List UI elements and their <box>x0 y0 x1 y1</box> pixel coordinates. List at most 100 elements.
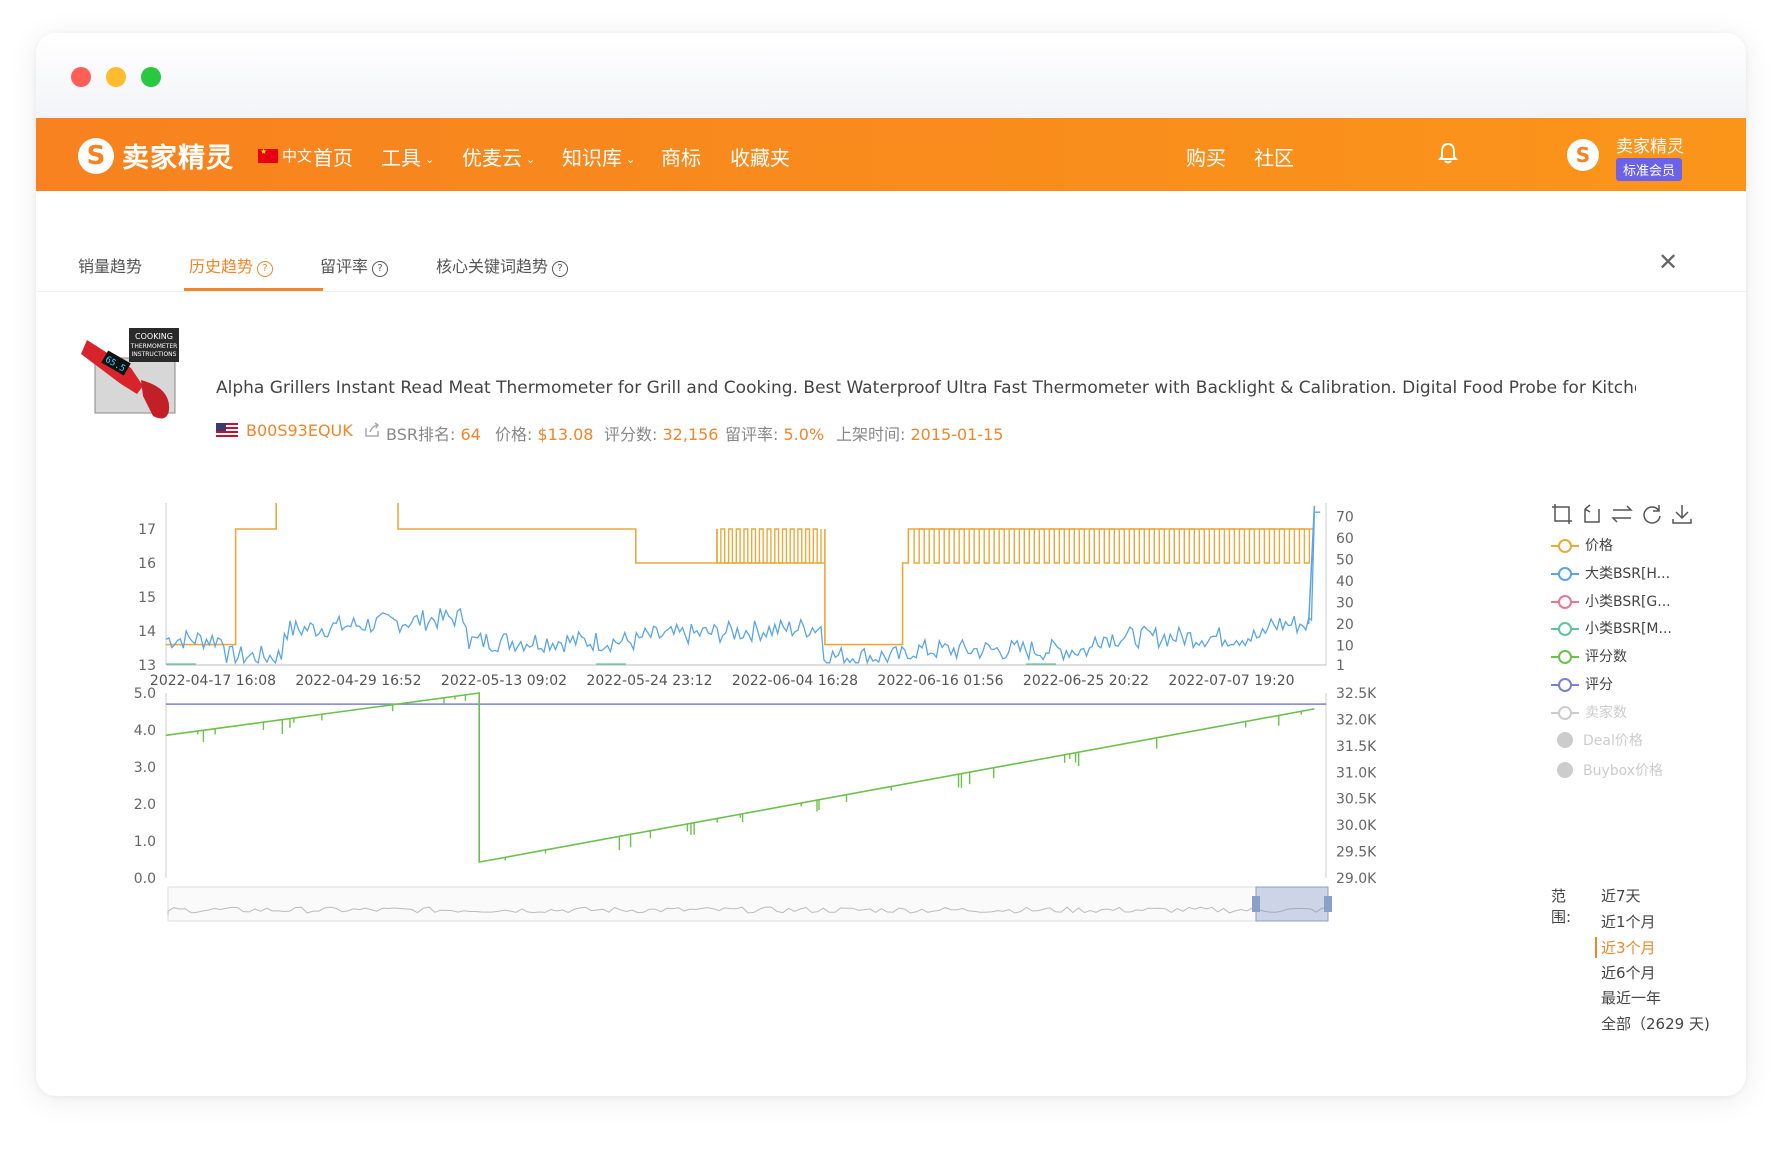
range-all[interactable]: 全部（2629 天) <box>1601 1013 1710 1034</box>
help-icon[interactable]: ? <box>372 261 389 277</box>
minimize-window-button[interactable] <box>106 67 126 87</box>
maximize-window-button[interactable] <box>141 67 161 87</box>
refresh-icon[interactable] <box>1641 503 1663 531</box>
product-box-text: THERMOMETER <box>130 343 178 350</box>
nav-home[interactable]: 首页 <box>313 142 353 171</box>
range-1-year[interactable]: 最近一年 <box>1601 987 1661 1008</box>
close-icon[interactable]: ✕ <box>1658 248 1678 276</box>
x-tick-label: 2022-06-16 01:56 <box>877 673 1003 689</box>
range-6-months[interactable]: 近6个月 <box>1601 962 1656 983</box>
price-series-oscillation <box>913 528 1311 564</box>
legend-sub-bsr-m[interactable]: 小类BSR[M... <box>1551 618 1672 638</box>
legend-rating-count[interactable]: 评分数 <box>1551 646 1627 666</box>
legend-seller-count[interactable]: 卖家数 <box>1551 702 1627 722</box>
listed-date-label: 上架时间: <box>836 425 906 444</box>
main-bsr-series-line <box>165 511 1321 666</box>
price-series-line <box>166 494 1315 646</box>
help-icon[interactable]: ? <box>552 261 569 277</box>
user-name[interactable]: 卖家精灵 <box>1616 132 1684 157</box>
data-zoom-handle-right <box>1324 896 1332 912</box>
top-right-tick-label: 40 <box>1336 574 1354 590</box>
top-left-tick-label: 18 <box>138 503 156 504</box>
tab-history-trend[interactable]: 历史趋势? <box>189 253 274 277</box>
us-flag-icon <box>216 423 238 438</box>
bottom-left-tick-label: 2.0 <box>134 797 156 813</box>
top-right-tick-label: 50 <box>1336 553 1354 569</box>
help-icon[interactable]: ? <box>257 261 274 277</box>
tab-bar: 销量趋势 历史趋势? 留评率? 核心关键词趋势? <box>36 191 1746 292</box>
tab-review-rate[interactable]: 留评率? <box>320 253 389 277</box>
language-label: 中文 <box>282 147 313 165</box>
nav-buy[interactable]: 购买 <box>1186 142 1226 171</box>
history-chart[interactable]: 13 14 15 16 17 18 1 10 20 30 40 50 60 70 80 2022-04-17 … <box>106 488 1377 947</box>
x-tick-label: 2022-06-04 16:28 <box>732 673 858 689</box>
bottom-right-tick-label: 32.0K <box>1336 712 1376 728</box>
legend-rating[interactable]: 评分 <box>1551 674 1613 694</box>
bottom-left-tick-label: 1.0 <box>134 834 156 850</box>
x-tick-label: 2022-04-17 16:08 <box>150 673 276 689</box>
bottom-left-tick-label: 0.0 <box>134 871 156 887</box>
tab-sales-trend[interactable]: 销量趋势 <box>78 253 142 277</box>
x-tick-label: 2022-04-29 16:52 <box>295 673 421 689</box>
review-rate-label: 留评率: <box>725 425 779 444</box>
window-titlebar <box>36 33 1746 118</box>
range-7-days[interactable]: 近7天 <box>1601 885 1641 906</box>
external-link-icon[interactable] <box>364 422 380 438</box>
bottom-right-tick-label: 30.0K <box>1336 818 1376 834</box>
range-3-months[interactable]: 近3个月 <box>1595 937 1656 958</box>
top-right-tick-label: 80 <box>1336 503 1354 504</box>
zoom-select-icon[interactable] <box>1551 503 1573 531</box>
bottom-right-tick-label: 29.0K <box>1336 871 1376 887</box>
zoom-reset-icon[interactable] <box>1581 503 1603 531</box>
nav-knowledge-base[interactable]: 知识库 ⌄ <box>562 142 635 171</box>
avatar[interactable]: S <box>1567 139 1599 171</box>
brand-logo[interactable]: S 卖家精灵 <box>78 136 234 175</box>
top-left-tick-label: 14 <box>138 624 156 640</box>
price-value: $13.08 <box>537 425 594 444</box>
legend-sub-bsr-g[interactable]: 小类BSR[G... <box>1551 591 1671 611</box>
review-rate-value: 5.0% <box>783 425 825 444</box>
nav-community[interactable]: 社区 <box>1254 142 1294 171</box>
bottom-right-tick-label: 31.5K <box>1336 739 1376 755</box>
bottom-right-tick-label: 29.5K <box>1336 845 1376 861</box>
bsr-label: BSR排名: <box>386 425 456 444</box>
chevron-down-icon: ⌄ <box>626 153 636 166</box>
x-tick-label: 2022-05-24 23:12 <box>586 673 712 689</box>
range-1-month[interactable]: 近1个月 <box>1601 911 1656 932</box>
data-zoom-track <box>167 886 1329 922</box>
nav-youmaiyun[interactable]: 优麦云 ⌄ <box>462 142 535 171</box>
member-badge: 标准会员 <box>1616 158 1683 181</box>
browser-window: S 卖家精灵 中文 ⌄ 首页 工具⌄ 优麦云⌄ 知识库⌄ 商标 收藏夹 购买 社… <box>36 33 1746 1096</box>
x-tick-label: 2022-06-25 20:22 <box>1023 673 1149 689</box>
bell-icon[interactable] <box>1437 142 1459 170</box>
bottom-left-tick-label: 4.0 <box>134 723 156 739</box>
top-left-tick-label: 13 <box>138 658 156 674</box>
product-image: COOKING THERMOMETER INSTRUCTIONS 65.5 <box>81 328 191 428</box>
product-title[interactable]: Alpha Grillers Instant Read Meat Thermom… <box>216 378 1636 398</box>
nav-favorites[interactable]: 收藏夹 <box>730 142 790 171</box>
close-window-button[interactable] <box>71 67 91 87</box>
legend-main-bsr[interactable]: 大类BSR[H... <box>1551 563 1670 583</box>
nav-tools[interactable]: 工具 ⌄ <box>381 142 434 171</box>
brand-name: 卖家精灵 <box>122 143 234 174</box>
bsr-value: 64 <box>460 425 481 444</box>
bottom-right-tick-label: 32.5K <box>1336 686 1376 702</box>
asin-link[interactable]: B00S93EQUK <box>246 421 353 440</box>
swap-icon[interactable] <box>1611 503 1633 531</box>
rating-count-series-line <box>165 692 1315 864</box>
legend-price[interactable]: 价格 <box>1551 535 1613 555</box>
legend-deal-price[interactable]: Deal价格 <box>1551 730 1643 750</box>
bottom-left-tick-label: 5.0 <box>134 686 156 702</box>
x-tick-label: 2022-05-13 09:02 <box>441 673 567 689</box>
legend-buybox-price[interactable]: Buybox价格 <box>1551 760 1663 780</box>
nav-trademark[interactable]: 商标 <box>661 142 701 171</box>
tab-core-keyword-trend[interactable]: 核心关键词趋势? <box>436 253 569 277</box>
chevron-down-icon: ⌄ <box>425 153 435 166</box>
rating-count-label: 评分数: <box>604 425 658 444</box>
product-box-text: COOKING <box>135 332 173 341</box>
download-icon[interactable] <box>1671 503 1693 531</box>
top-navbar: S 卖家精灵 中文 ⌄ 首页 工具⌄ 优麦云⌄ 知识库⌄ 商标 收藏夹 购买 社… <box>36 118 1746 191</box>
top-left-tick-label: 16 <box>138 556 156 572</box>
top-left-tick-label: 17 <box>138 522 156 538</box>
top-left-tick-label: 15 <box>138 590 156 606</box>
